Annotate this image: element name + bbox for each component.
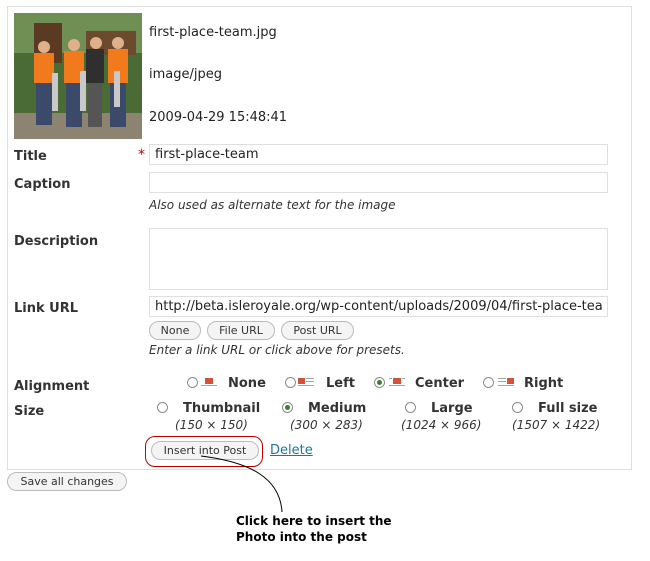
annotation-line-2: Photo into the post (236, 530, 367, 544)
annotation-arrow (200, 455, 283, 513)
annotation-line-1: Click here to insert the (236, 514, 392, 528)
annotation-callout: Click here to insert the Photo into the … (236, 513, 392, 545)
